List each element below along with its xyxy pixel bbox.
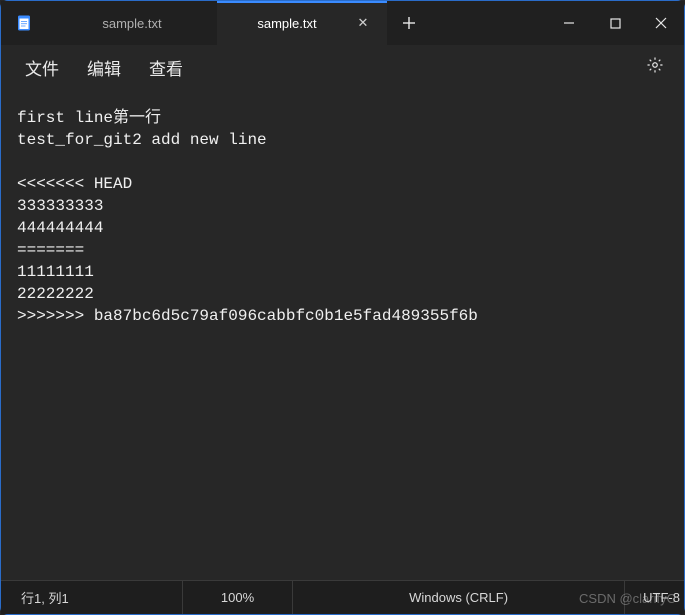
window-controls [546, 1, 684, 45]
close-icon[interactable]: ✕ [355, 15, 371, 31]
maximize-button[interactable] [592, 1, 638, 45]
close-button[interactable] [638, 1, 684, 45]
notepad-icon [15, 14, 33, 32]
new-tab-button[interactable] [387, 1, 431, 45]
menu-file[interactable]: 文件 [11, 49, 73, 86]
titlebar: sample.txt sample.txt ✕ [1, 1, 684, 45]
tab-strip: sample.txt sample.txt ✕ [47, 1, 546, 45]
tab-active[interactable]: sample.txt ✕ [217, 1, 387, 45]
minimize-icon [563, 17, 575, 29]
gear-icon [646, 56, 664, 74]
status-encoding[interactable]: UTF-8 [625, 581, 682, 614]
tab-label: sample.txt [63, 16, 201, 31]
menubar: 文件 编辑 查看 [1, 45, 684, 89]
close-icon [655, 17, 667, 29]
tab-label: sample.txt [233, 16, 341, 31]
menu-edit[interactable]: 编辑 [73, 49, 135, 86]
app-icon [1, 1, 47, 45]
text-editor[interactable]: first line第一行 test_for_git2 add new line… [1, 89, 684, 580]
plus-icon [402, 16, 416, 30]
statusbar: 行1, 列1 100% Windows (CRLF) UTF-8 CSDN @c… [1, 580, 684, 614]
minimize-button[interactable] [546, 1, 592, 45]
status-zoom[interactable]: 100% [183, 581, 293, 614]
maximize-icon [610, 18, 621, 29]
status-cursor-position[interactable]: 行1, 列1 [3, 581, 183, 614]
settings-button[interactable] [636, 50, 674, 85]
menu-view[interactable]: 查看 [135, 49, 197, 86]
status-line-ending[interactable]: Windows (CRLF) [293, 581, 625, 614]
tab-inactive[interactable]: sample.txt [47, 1, 217, 45]
